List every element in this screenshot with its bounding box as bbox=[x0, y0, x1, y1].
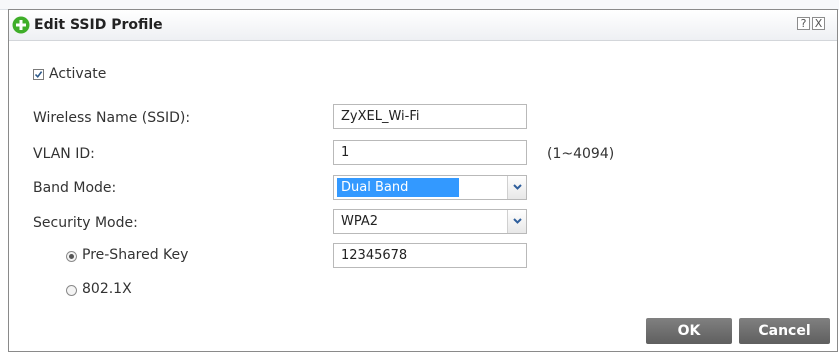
cancel-button[interactable]: Cancel bbox=[739, 318, 830, 344]
activate-label: Activate bbox=[49, 66, 107, 82]
dot1x-label: 802.1X bbox=[82, 281, 132, 297]
security-mode-select[interactable]: WPA2 bbox=[333, 209, 527, 234]
vlan-id-label: VLAN ID: bbox=[33, 146, 95, 162]
chevron-down-icon bbox=[513, 184, 522, 190]
close-icon[interactable]: X bbox=[812, 17, 825, 30]
vlan-range-hint: (1~4094) bbox=[547, 146, 615, 162]
ssid-input[interactable]: ZyXEL_Wi-Fi bbox=[333, 104, 527, 129]
add-icon bbox=[12, 16, 30, 34]
dot1x-radio[interactable] bbox=[66, 285, 77, 296]
ssid-label: Wireless Name (SSID): bbox=[33, 110, 191, 126]
security-mode-dropdown-button[interactable] bbox=[507, 210, 526, 233]
security-mode-selected: WPA2 bbox=[341, 214, 379, 229]
band-mode-selected: Dual Band bbox=[337, 178, 459, 197]
check-icon bbox=[34, 71, 43, 79]
pre-shared-key-label: Pre-Shared Key bbox=[82, 247, 189, 263]
security-mode-label: Security Mode: bbox=[33, 215, 138, 231]
ok-button[interactable]: OK bbox=[646, 318, 732, 344]
radio-selected-dot bbox=[69, 254, 74, 259]
pre-shared-key-input[interactable]: 12345678 bbox=[333, 243, 527, 268]
pre-shared-key-radio[interactable] bbox=[66, 251, 77, 262]
dialog-titlebar: Edit SSID Profile ? X bbox=[9, 10, 837, 41]
band-mode-select[interactable]: Dual Band bbox=[333, 175, 527, 200]
chevron-down-icon bbox=[513, 218, 522, 224]
vlan-id-input[interactable]: 1 bbox=[333, 140, 527, 165]
band-mode-dropdown-button[interactable] bbox=[507, 176, 526, 199]
dialog-title: Edit SSID Profile bbox=[34, 17, 163, 33]
band-mode-label: Band Mode: bbox=[33, 180, 117, 196]
help-icon[interactable]: ? bbox=[797, 17, 810, 30]
activate-checkbox[interactable] bbox=[33, 69, 44, 80]
